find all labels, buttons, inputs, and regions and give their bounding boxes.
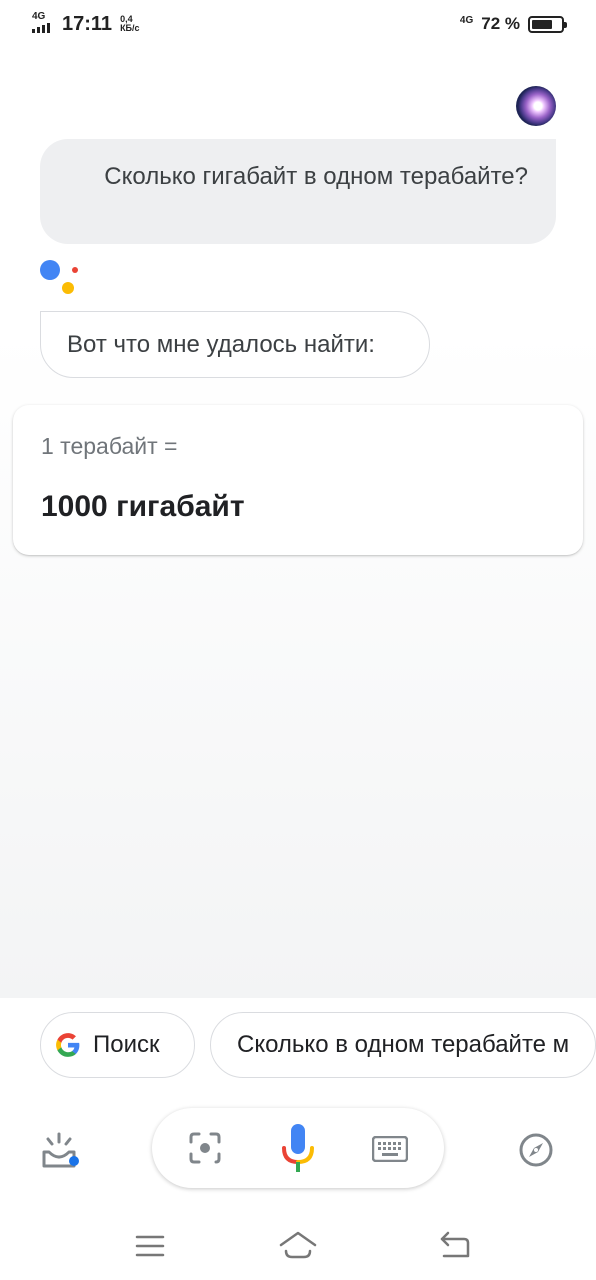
google-g-icon [56,1033,80,1057]
result-value: 1000 гигабайт [41,490,245,523]
nav-back-button[interactable] [438,1230,472,1260]
signal-icon: 4G [32,11,54,35]
network-speed: 0,4 КБ/с [120,15,139,33]
updates-button[interactable] [40,1128,82,1170]
assistant-logo-icon [40,258,80,298]
assistant-reply-text: Вот что мне удалось найти: [67,330,375,358]
result-label: 1 терабайт = [41,433,178,459]
lens-button[interactable] [187,1130,223,1166]
assistant-reply-bubble: Вот что мне удалось найти: [40,311,430,378]
nav-menu-button[interactable] [134,1232,166,1260]
search-chip-label: Поиск [93,1031,160,1058]
updates-notification-dot [69,1156,79,1166]
mic-button[interactable] [280,1122,316,1174]
compass-icon [519,1133,553,1167]
explore-button[interactable] [518,1132,554,1168]
battery-fill [532,19,553,29]
keyboard-button[interactable] [371,1135,409,1163]
lens-icon [189,1132,221,1164]
user-avatar[interactable] [516,86,556,126]
conversion-result-card[interactable]: 1 терабайт = 1000 гигабайт [13,405,583,555]
input-pill [152,1108,444,1188]
status-right: 4G 72 % [459,14,567,34]
suggestion-chips: Поиск Сколько в одном терабайте м [40,1012,596,1078]
search-chip[interactable]: Поиск [40,1012,195,1078]
menu-icon [135,1235,165,1257]
keyboard-icon [371,1135,409,1163]
mic-icon [282,1124,314,1172]
status-left: 4G 17:11 0,4 КБ/с [32,11,140,36]
battery-icon [528,15,567,33]
suggestion-query-label: Сколько в одном терабайте м [237,1031,570,1058]
back-icon [440,1231,470,1258]
user-query-bubble[interactable]: Сколько гигабайт в одном терабайте? [40,139,556,244]
speed-unit: КБ/с [120,23,140,33]
network-type-right: 4G [459,14,474,26]
battery-percent: 72 % [481,14,520,33]
user-query-text: Сколько гигабайт в одном терабайте? [104,163,528,190]
home-icon [279,1231,317,1259]
clock: 17:11 [62,12,113,35]
network-type-left: 4G [32,11,46,22]
suggestion-query-chip[interactable]: Сколько в одном терабайте м [210,1012,596,1078]
nav-home-button[interactable] [278,1228,318,1262]
status-bar: 4G 17:11 0,4 КБ/с 4G 72 % [0,0,596,48]
system-nav-bar [0,1212,596,1280]
